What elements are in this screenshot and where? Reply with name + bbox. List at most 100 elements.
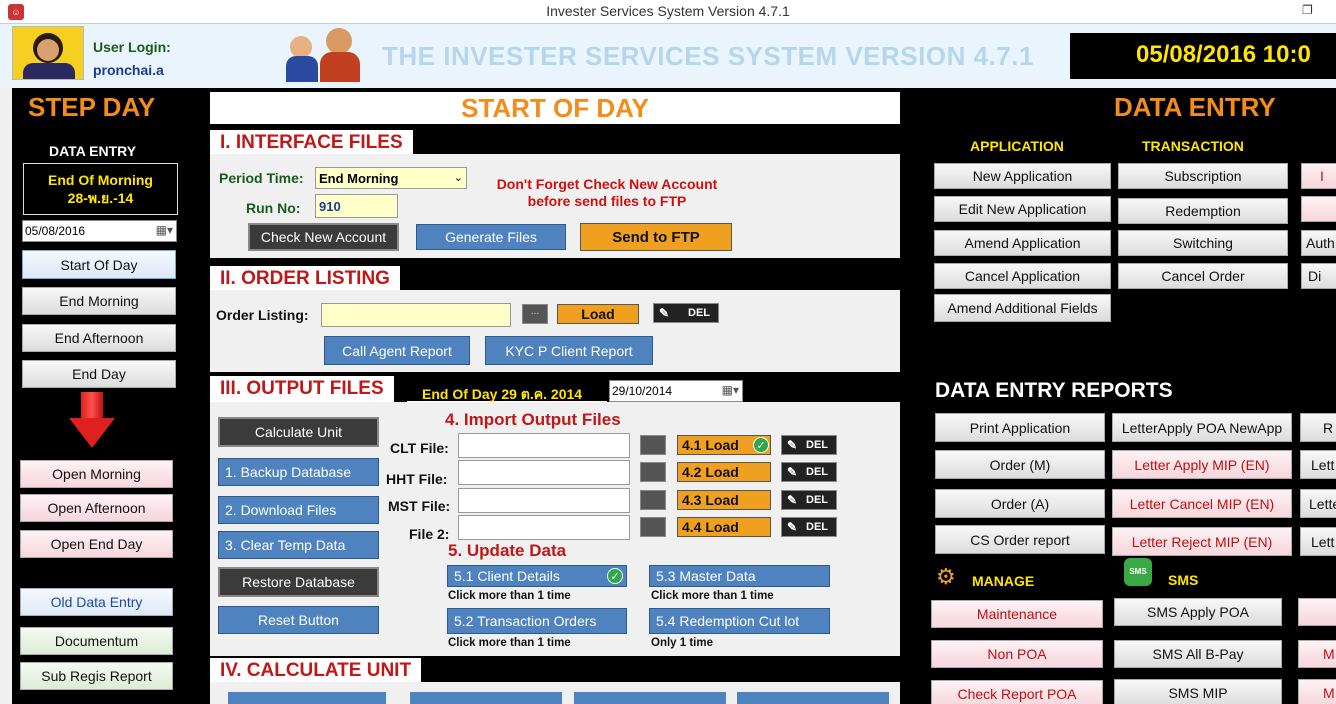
chevron-down-icon[interactable]: ⌄	[454, 171, 463, 184]
manage-col3-button-3[interactable]: M	[1298, 679, 1336, 704]
interface-files-panel: Period Time: End Morning ⌄ Run No: 910 D…	[210, 154, 900, 258]
open-end-day-button[interactable]: Open End Day	[20, 530, 173, 558]
calculate-unit-button[interactable]: Calculate Unit	[218, 417, 379, 447]
load-4-4-button[interactable]: 4.4 Load	[677, 517, 771, 537]
restore-icon[interactable]: ❐	[1302, 3, 1318, 17]
transaction-orders-button[interactable]: 5.2 Transaction Orders	[447, 608, 627, 634]
backup-database-button[interactable]: 1. Backup Database	[218, 458, 379, 486]
order-load-button[interactable]: Load	[557, 304, 639, 324]
letter-reject-mip-en-button[interactable]: Letter Reject MIP (EN)	[1112, 527, 1292, 556]
load-4-3-button[interactable]: 4.3 Load	[677, 490, 771, 510]
period-time-select[interactable]: End Morning ⌄	[315, 167, 467, 189]
sms-all-b-pay-button[interactable]: SMS All B-Pay	[1114, 640, 1282, 668]
sms-apply-poa-button[interactable]: SMS Apply POA	[1114, 598, 1282, 626]
master-data-button[interactable]: 5.3 Master Data	[649, 565, 830, 587]
hht-del-button[interactable]: ✎ DEL	[781, 462, 837, 482]
col3-button-2[interactable]	[1301, 196, 1336, 222]
order-m-button[interactable]: Order (M)	[935, 450, 1105, 479]
redemption-cut-lot-button[interactable]: 5.4 Redemption Cut lot	[649, 608, 830, 634]
sub-regis-report-button[interactable]: Sub Regis Report	[20, 662, 173, 690]
restore-database-button[interactable]: Restore Database	[218, 567, 379, 597]
step-date-picker[interactable]: 05/08/2016 ▦▾	[22, 220, 177, 242]
data-entry-reports-title: DATA ENTRY REPORTS	[935, 379, 1173, 402]
order-listing-input[interactable]	[321, 303, 511, 327]
letter-cancel-mip-en-button[interactable]: Letter Cancel MIP (EN)	[1112, 489, 1292, 518]
kyc-p-client-report-button[interactable]: KYC P Client Report	[485, 336, 653, 365]
report-col3-button-1[interactable]: R	[1300, 413, 1336, 442]
mst-del-button[interactable]: ✎ DEL	[781, 490, 837, 510]
letterapply-poa-newapp-button[interactable]: LetterApply POA NewApp	[1112, 413, 1292, 442]
download-files-button[interactable]: 2. Download Files	[218, 496, 379, 524]
mst-browse-button[interactable]	[640, 490, 666, 510]
switching-button[interactable]: Switching	[1118, 230, 1288, 256]
col3-button-4[interactable]: Di	[1301, 263, 1336, 289]
mst-file-input[interactable]	[458, 488, 630, 513]
user-avatar	[12, 26, 84, 80]
manage-col3-button-1[interactable]	[1298, 598, 1336, 626]
subscription-button[interactable]: Subscription	[1118, 163, 1288, 189]
send-to-ftp-button[interactable]: Send to FTP	[580, 223, 732, 251]
calendar-icon[interactable]: ▦▾	[156, 223, 173, 237]
maintenance-button[interactable]: Maintenance	[931, 600, 1103, 628]
calc-button-2[interactable]	[410, 692, 562, 704]
cs-order-report-button[interactable]: CS Order report	[935, 525, 1105, 554]
amend-application-button[interactable]: Amend Application	[934, 230, 1111, 256]
cancel-application-button[interactable]: Cancel Application	[934, 263, 1111, 289]
generate-files-button[interactable]: Generate Files	[416, 224, 566, 250]
calculate-unit-panel	[210, 682, 900, 704]
call-agent-report-button[interactable]: Call Agent Report	[324, 336, 470, 365]
open-morning-button[interactable]: Open Morning	[20, 460, 173, 488]
check-report-poa-button[interactable]: Check Report POA	[931, 680, 1103, 704]
open-afternoon-button[interactable]: Open Afternoon	[20, 494, 173, 522]
check-new-account-button[interactable]: Check New Account	[248, 223, 399, 251]
redemption-button[interactable]: Redemption	[1118, 198, 1288, 224]
col3-button-3[interactable]: Auth	[1301, 230, 1336, 256]
clear-temp-data-button[interactable]: 3. Clear Temp Data	[218, 531, 379, 559]
user-login-label: User Login:	[93, 39, 171, 55]
client-details-button[interactable]: 5.1 Client Details	[447, 565, 627, 587]
print-application-button[interactable]: Print Application	[935, 413, 1105, 442]
amend-additional-fields-button[interactable]: Amend Additional Fields	[934, 294, 1111, 322]
order-a-button[interactable]: Order (A)	[935, 489, 1105, 518]
report-col3-button-2[interactable]: Lett	[1300, 450, 1336, 479]
clt-file-input[interactable]	[458, 433, 630, 458]
eod-label-box: End Of Day 29 ต.ค. 2014	[407, 378, 607, 402]
mst-del-label: DEL	[806, 494, 828, 506]
calc-button-4[interactable]	[737, 692, 889, 704]
end-afternoon-button[interactable]: End Afternoon	[22, 324, 176, 352]
clt-browse-button[interactable]	[640, 435, 666, 455]
file-2-browse-button[interactable]	[640, 517, 666, 537]
edit-new-application-button[interactable]: Edit New Application	[934, 196, 1111, 222]
eod-date-picker[interactable]: 29/10/2014 ▦▾	[609, 380, 743, 402]
calc-button-3[interactable]	[574, 692, 726, 704]
file-2-input[interactable]	[458, 515, 630, 540]
col3-button-1[interactable]: I	[1301, 163, 1336, 189]
file-2-del-button[interactable]: ✎ DEL	[781, 517, 837, 537]
order-del-button[interactable]: ✎ DEL	[653, 303, 719, 323]
order-browse-button[interactable]: ...	[522, 304, 548, 324]
manage-label: MANAGE	[972, 573, 1035, 589]
new-application-button[interactable]: New Application	[934, 163, 1111, 189]
load-4-3-label: 4.3 Load	[682, 492, 739, 508]
start-of-day-button[interactable]: Start Of Day	[22, 250, 176, 279]
hht-file-input[interactable]	[458, 460, 630, 485]
report-col3-button-4[interactable]: Lett	[1300, 527, 1336, 556]
clt-del-button[interactable]: ✎ DEL	[781, 435, 837, 455]
manage-col3-button-2[interactable]: M	[1298, 640, 1336, 668]
support-people-icon	[286, 26, 366, 82]
report-col3-button-3[interactable]: Lette	[1300, 489, 1336, 518]
load-4-2-button[interactable]: 4.2 Load	[677, 462, 771, 482]
old-data-entry-button[interactable]: Old Data Entry	[20, 588, 173, 616]
documentum-button[interactable]: Documentum	[20, 627, 173, 655]
cancel-order-button[interactable]: Cancel Order	[1118, 263, 1288, 289]
run-no-input[interactable]: 910	[315, 194, 398, 218]
calendar-icon[interactable]: ▦▾	[722, 383, 739, 397]
non-poa-button[interactable]: Non POA	[931, 640, 1103, 668]
calc-button-1[interactable]	[228, 692, 386, 704]
hht-browse-button[interactable]	[640, 462, 666, 482]
letter-apply-mip-en-button[interactable]: Letter Apply MIP (EN)	[1112, 450, 1292, 479]
reset-button[interactable]: Reset Button	[218, 606, 379, 634]
end-day-button[interactable]: End Day	[22, 360, 176, 388]
sms-mip-button[interactable]: SMS MIP	[1114, 679, 1282, 704]
end-morning-button[interactable]: End Morning	[22, 287, 176, 315]
